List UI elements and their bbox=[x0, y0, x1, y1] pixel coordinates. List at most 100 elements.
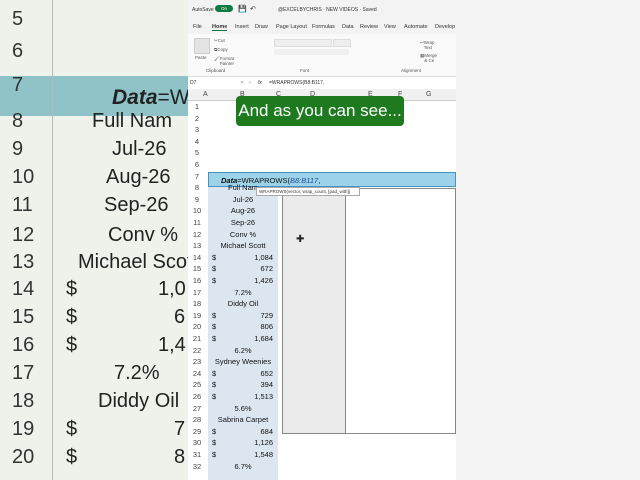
cell-b-value[interactable]: 1,126 bbox=[228, 438, 273, 447]
cell-b[interactable]: $ bbox=[212, 438, 216, 447]
row-number[interactable]: 14 bbox=[188, 253, 206, 262]
cell-b[interactable]: Sabrina Carpet bbox=[208, 415, 278, 424]
cell-b[interactable]: Diddy Oil bbox=[208, 299, 278, 308]
menu-tab-file[interactable]: File bbox=[193, 24, 202, 30]
cell-b-value[interactable]: 1,084 bbox=[228, 253, 273, 262]
row-number[interactable]: 27 bbox=[188, 404, 206, 413]
row-number[interactable]: 10 bbox=[188, 206, 206, 215]
cell-b-value[interactable]: 684 bbox=[228, 427, 273, 436]
cell-b-value[interactable]: 1,684 bbox=[228, 334, 273, 343]
name-box[interactable]: D7 bbox=[190, 80, 220, 86]
menu-tab-insert[interactable]: Insert bbox=[235, 24, 249, 30]
font-size-box[interactable] bbox=[333, 39, 351, 47]
row-number[interactable]: 23 bbox=[188, 357, 206, 366]
cell-b-value[interactable]: 1,548 bbox=[228, 450, 273, 459]
row-number[interactable]: 2 bbox=[188, 114, 206, 123]
menu-tab-automate[interactable]: Automate bbox=[404, 24, 428, 30]
row-number[interactable]: 18 bbox=[188, 299, 206, 308]
cell-b[interactable]: $ bbox=[212, 380, 216, 389]
merge-button[interactable]: ▦ Merge & Ce bbox=[420, 53, 437, 63]
row-number[interactable]: 11 bbox=[188, 218, 206, 227]
cell-b[interactable]: 5.6% bbox=[208, 404, 278, 413]
font-format-row[interactable] bbox=[274, 49, 349, 55]
cell-b[interactable]: $ bbox=[212, 253, 216, 262]
cell-b-value[interactable]: 672 bbox=[228, 264, 273, 273]
menu-tab-formulas[interactable]: Formulas bbox=[312, 24, 335, 30]
cancel-icon[interactable]: ✕ bbox=[240, 80, 244, 86]
row-number[interactable]: 19 bbox=[188, 311, 206, 320]
cell-b-value[interactable]: 1,513 bbox=[228, 392, 273, 401]
cell-b-value[interactable]: 394 bbox=[228, 380, 273, 389]
row-number[interactable]: 21 bbox=[188, 334, 206, 343]
row-number[interactable]: 24 bbox=[188, 369, 206, 378]
sheet-grid[interactable]: Data=WRAPROWS(B8:B117, 1 2 3 4 5 6 7 8 Full Nam 9… bbox=[188, 100, 456, 480]
wrap-text-button[interactable]: ↩ Wrap Text bbox=[420, 40, 434, 50]
cell-b[interactable]: $ bbox=[212, 264, 216, 273]
cell-b-value[interactable]: 729 bbox=[228, 311, 273, 320]
row-number[interactable]: 26 bbox=[188, 392, 206, 401]
cell-b[interactable]: $ bbox=[212, 392, 216, 401]
row-number[interactable]: 20 bbox=[188, 322, 206, 331]
cell-b[interactable]: Michael Scott bbox=[208, 241, 278, 250]
bg-row-number: 13 bbox=[12, 251, 35, 273]
row-number[interactable]: 4 bbox=[188, 137, 206, 146]
row-number[interactable]: 3 bbox=[188, 125, 206, 134]
copy-button[interactable]: ⧉ Copy bbox=[214, 47, 228, 52]
cell-b-value[interactable]: 652 bbox=[228, 369, 273, 378]
cut-button[interactable]: ✂ Cut bbox=[214, 38, 225, 44]
row-number[interactable]: 30 bbox=[188, 438, 206, 447]
column-header-g[interactable]: G bbox=[426, 91, 431, 98]
row-number[interactable]: 8 bbox=[188, 183, 206, 192]
row-number[interactable]: 31 bbox=[188, 450, 206, 459]
autosave-toggle[interactable]: On bbox=[215, 5, 233, 12]
row-number[interactable]: 16 bbox=[188, 276, 206, 285]
column-header-a[interactable]: A bbox=[203, 91, 208, 98]
undo-icon[interactable]: ↶ bbox=[250, 5, 256, 13]
cell-b[interactable]: 6.7% bbox=[208, 462, 278, 471]
cell-b[interactable]: Jul-26 bbox=[208, 195, 278, 204]
menu-tab-develop[interactable]: Develop bbox=[435, 24, 455, 30]
formula-input[interactable]: =WRAPROWS(B8:B117, bbox=[269, 80, 324, 86]
cell-b[interactable]: 6.2% bbox=[208, 346, 278, 355]
cell-b[interactable]: $ bbox=[212, 322, 216, 331]
font-name-box[interactable] bbox=[274, 39, 332, 47]
cell-b[interactable]: Sydney Weenies bbox=[208, 357, 278, 366]
fx-icon[interactable]: fx bbox=[258, 80, 262, 86]
row-number[interactable]: 28 bbox=[188, 415, 206, 424]
row-number[interactable]: 9 bbox=[188, 195, 206, 204]
row-number[interactable]: 1 bbox=[188, 102, 206, 111]
cell-b[interactable]: $ bbox=[212, 311, 216, 320]
cell-b[interactable]: Conv % bbox=[208, 230, 278, 239]
row-number[interactable]: 32 bbox=[188, 462, 206, 471]
row-number[interactable]: 7 bbox=[188, 172, 206, 181]
row-number[interactable]: 5 bbox=[188, 148, 206, 157]
cell-b[interactable]: $ bbox=[212, 427, 216, 436]
menu-tab-draw[interactable]: Draw bbox=[255, 24, 268, 30]
menu-tab-home[interactable]: Home bbox=[212, 24, 228, 31]
cell-b-value[interactable]: 806 bbox=[228, 322, 273, 331]
row-number[interactable]: 6 bbox=[188, 160, 206, 169]
cell-b[interactable]: $ bbox=[212, 369, 216, 378]
menu-tab-review[interactable]: Review bbox=[360, 24, 378, 30]
format-painter-button[interactable]: 🖌 Format Painter bbox=[214, 56, 234, 66]
cell-b[interactable]: $ bbox=[212, 450, 216, 459]
cell-b[interactable]: Sep-26 bbox=[208, 218, 278, 227]
menu-tab-data[interactable]: Data bbox=[342, 24, 354, 30]
row-number[interactable]: 29 bbox=[188, 427, 206, 436]
save-icon[interactable]: 💾 bbox=[238, 5, 247, 13]
cell-b[interactable]: 7.2% bbox=[208, 288, 278, 297]
cell-b[interactable]: $ bbox=[212, 334, 216, 343]
cell-b[interactable]: $ bbox=[212, 276, 216, 285]
enter-icon[interactable]: ✓ bbox=[248, 80, 252, 86]
row-number[interactable]: 13 bbox=[188, 241, 206, 250]
row-number[interactable]: 25 bbox=[188, 380, 206, 389]
paste-icon[interactable] bbox=[194, 38, 210, 54]
menu-tab-page-layout[interactable]: Page Layout bbox=[276, 24, 307, 30]
row-number[interactable]: 17 bbox=[188, 288, 206, 297]
row-number[interactable]: 22 bbox=[188, 346, 206, 355]
cell-b[interactable]: Aug-26 bbox=[208, 206, 278, 215]
row-number[interactable]: 15 bbox=[188, 264, 206, 273]
menu-tab-view[interactable]: View bbox=[384, 24, 396, 30]
cell-b-value[interactable]: 1,426 bbox=[228, 276, 273, 285]
row-number[interactable]: 12 bbox=[188, 230, 206, 239]
